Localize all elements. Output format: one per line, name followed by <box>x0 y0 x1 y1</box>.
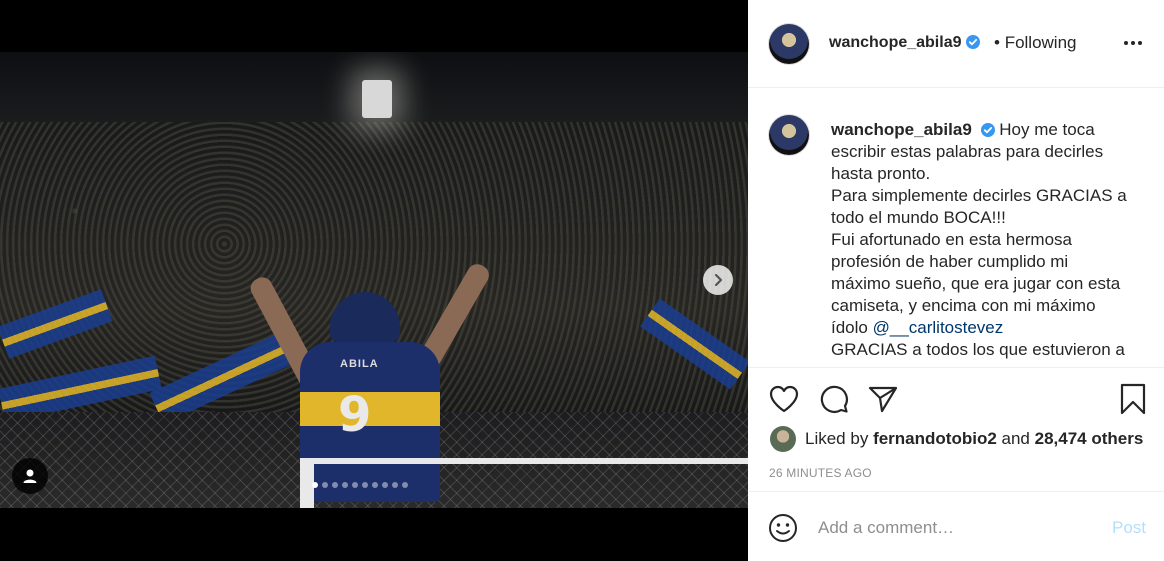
heart-icon <box>769 385 799 413</box>
carousel-dot <box>332 482 338 488</box>
caption-line: máximo sueño, que era jugar con esta <box>831 274 1121 293</box>
post-timestamp[interactable]: 26 MINUTES AGO <box>769 466 872 480</box>
caption-avatar[interactable] <box>769 115 809 155</box>
liker-avatar[interactable] <box>770 426 796 452</box>
follow-status[interactable]: • Following <box>994 33 1077 53</box>
caption-line: Para simplemente decirles GRACIAS a <box>831 186 1127 205</box>
like-button[interactable] <box>767 382 801 416</box>
caption-line: Fui afortunado en esta hermosa <box>831 230 1072 249</box>
stadium-light <box>362 80 392 118</box>
carousel-dot <box>352 482 358 488</box>
caption-line: todo el mundo BOCA!!! <box>831 208 1006 227</box>
caption-section: wanchope_abila9 Hoy me toca escribir est… <box>748 89 1164 367</box>
jersey-name: ABILA <box>340 358 379 370</box>
save-button[interactable] <box>1116 382 1150 416</box>
liked-by-and: and <box>1001 429 1030 448</box>
post-comment-button[interactable]: Post <box>1112 518 1146 538</box>
carousel-dot <box>382 482 388 488</box>
likes-others-link[interactable]: 28,474 others <box>1035 429 1144 449</box>
comment-button[interactable] <box>817 382 851 416</box>
share-button[interactable] <box>866 382 900 416</box>
dot-separator: • <box>994 33 1000 52</box>
comment-icon <box>820 385 848 413</box>
carousel-indicator <box>312 482 408 488</box>
liked-by-prefix: Liked by <box>805 429 869 448</box>
liker-username[interactable]: fernandotobio2 <box>873 429 997 449</box>
author-username[interactable]: wanchope_abila9 <box>829 34 962 51</box>
carousel-dot <box>342 482 348 488</box>
tagged-users-button[interactable] <box>12 458 48 494</box>
following-label[interactable]: Following <box>1005 33 1077 52</box>
caption-line: escribir estas palabras para decirles <box>831 142 1104 161</box>
comment-bar: Post <box>748 491 1164 561</box>
caption-line: hasta pronto. <box>831 164 931 183</box>
caption-username[interactable]: wanchope_abila9 <box>831 120 972 139</box>
post-media: 9 ABILA <box>0 0 748 561</box>
comment-input[interactable] <box>818 514 1098 542</box>
post-actions: Liked by fernandotobio2 and 28,474 other… <box>748 367 1164 491</box>
goal-frame <box>300 458 748 480</box>
chevron-right-icon <box>714 273 723 287</box>
carousel-dot <box>402 482 408 488</box>
caption-line: camiseta, y encima con mi máximo <box>831 296 1096 315</box>
more-options-icon[interactable] <box>1124 41 1142 45</box>
next-slide-button[interactable] <box>703 265 733 295</box>
header-user-block: wanchope_abila9 <box>829 34 980 52</box>
verified-badge-icon <box>965 35 980 49</box>
bookmark-icon <box>1120 383 1146 415</box>
caption-line: profesión de haber cumplido mi <box>831 252 1069 271</box>
caption-line: GRACIAS a todos los que estuvieron a <box>831 340 1125 359</box>
caption-mention[interactable]: @__carlitostevez <box>873 318 1004 337</box>
caption-line: ídolo <box>831 318 868 337</box>
post-header: wanchope_abila9 • Following <box>748 0 1164 88</box>
post-caption: wanchope_abila9 Hoy me toca escribir est… <box>831 119 1131 361</box>
carousel-dot <box>372 482 378 488</box>
user-tag-icon <box>23 469 37 483</box>
carousel-dot <box>392 482 398 488</box>
post-photo[interactable]: 9 ABILA <box>0 52 748 508</box>
emoji-icon[interactable] <box>768 513 798 543</box>
author-avatar[interactable] <box>769 24 809 64</box>
caption-line: Hoy me toca <box>999 120 1095 139</box>
carousel-dot <box>362 482 368 488</box>
jersey-number: 9 <box>338 387 372 443</box>
verified-badge-icon <box>980 123 995 137</box>
post-side-panel: wanchope_abila9 • Following wanchope_abi… <box>748 0 1164 561</box>
liked-by-summary: Liked by fernandotobio2 and 28,474 other… <box>770 426 1143 452</box>
carousel-dot <box>322 482 328 488</box>
player-hat <box>330 292 400 342</box>
carousel-dot <box>312 482 318 488</box>
share-icon <box>868 386 898 413</box>
